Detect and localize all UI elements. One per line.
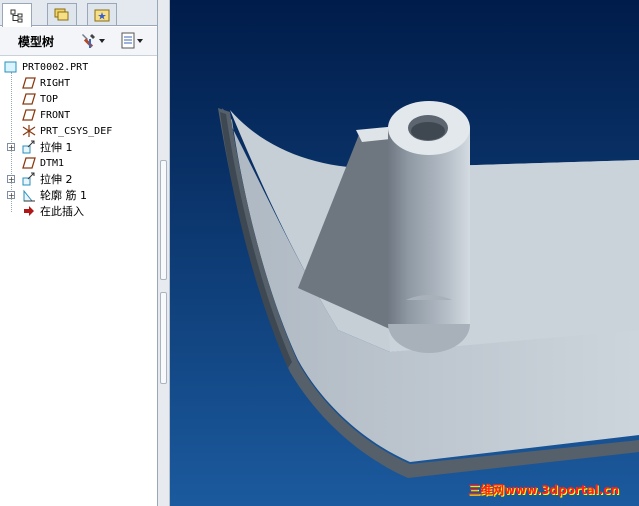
tree-item-rib-1[interactable]: 轮廓 筋 1 <box>22 187 87 203</box>
tree-item-csys[interactable]: PRT_CSYS_DEF <box>22 123 112 139</box>
tree-icon <box>10 9 23 22</box>
chevron-down-icon <box>137 39 143 43</box>
tree-item-label: 轮廓 筋 1 <box>40 189 87 202</box>
favorites-tab[interactable] <box>87 3 117 25</box>
watermark-text: 三维网www.3dportal.cn <box>468 483 619 497</box>
rib-icon <box>23 189 35 202</box>
tree-item-label: TOP <box>40 93 59 105</box>
expand-toggle[interactable]: + <box>7 143 15 152</box>
boss-body <box>388 128 470 324</box>
tree-item-dtm1[interactable]: DTM1 <box>22 155 64 171</box>
panel-splitter[interactable] <box>158 0 170 506</box>
star-icon <box>94 9 110 21</box>
datum-plane-icon <box>22 77 36 89</box>
datum-plane-icon <box>22 93 36 105</box>
tools-icon <box>82 34 95 48</box>
tree-item-insert-here[interactable]: 在此插入 <box>22 203 84 219</box>
folder-browser-tab[interactable] <box>47 3 77 25</box>
tree-item-label: 拉伸 1 <box>40 141 73 154</box>
splitter-grip-lower[interactable] <box>160 292 167 384</box>
tree-item-front[interactable]: FRONT <box>22 107 70 123</box>
model-tree-label: 模型树 <box>18 35 55 49</box>
model-tree-toolbar: 模型树 <box>0 27 157 56</box>
tree-root-label: PRT0002.PRT <box>22 61 89 73</box>
folders-icon <box>54 8 69 20</box>
tree-settings-button[interactable] <box>80 31 106 51</box>
expand-toggle[interactable]: + <box>7 191 15 200</box>
tree-item-label: DTM1 <box>40 157 65 169</box>
tree-root[interactable]: PRT0002.PRT <box>4 59 88 75</box>
model-tree-tab[interactable] <box>2 3 32 27</box>
tree-item-extrude-1[interactable]: 拉伸 1 <box>22 139 73 155</box>
model-tree-panel: 模型树 PRT0002.PRT RIGHT TOP FRONT PRT_CSYS… <box>0 0 158 506</box>
datum-plane-icon <box>22 109 36 121</box>
extrude-icon <box>22 172 35 186</box>
tree-item-label: FRONT <box>40 109 71 121</box>
tree-item-top[interactable]: TOP <box>22 91 58 107</box>
expand-toggle[interactable]: + <box>7 175 15 184</box>
document-list-icon <box>121 32 135 49</box>
tree-item-label: RIGHT <box>40 77 71 89</box>
insert-arrow-icon <box>24 206 34 216</box>
tree-item-right[interactable]: RIGHT <box>22 75 70 91</box>
csys-icon <box>22 125 36 137</box>
tree-show-button[interactable] <box>120 31 144 51</box>
graphics-viewport[interactable]: 三维网www.3dportal.cn <box>170 0 639 506</box>
tree-item-label: PRT_CSYS_DEF <box>40 125 113 137</box>
model-render <box>170 0 639 506</box>
extrude-icon <box>22 140 35 154</box>
tree-item-extrude-2[interactable]: 拉伸 2 <box>22 171 73 187</box>
chevron-down-icon <box>99 39 105 43</box>
tree-item-label: 拉伸 2 <box>40 173 73 186</box>
part-icon <box>4 61 17 73</box>
panel-tabs <box>0 0 157 27</box>
datum-plane-icon <box>22 157 36 169</box>
splitter-grip-upper[interactable] <box>160 160 167 280</box>
tree-item-label: 在此插入 <box>40 205 84 218</box>
